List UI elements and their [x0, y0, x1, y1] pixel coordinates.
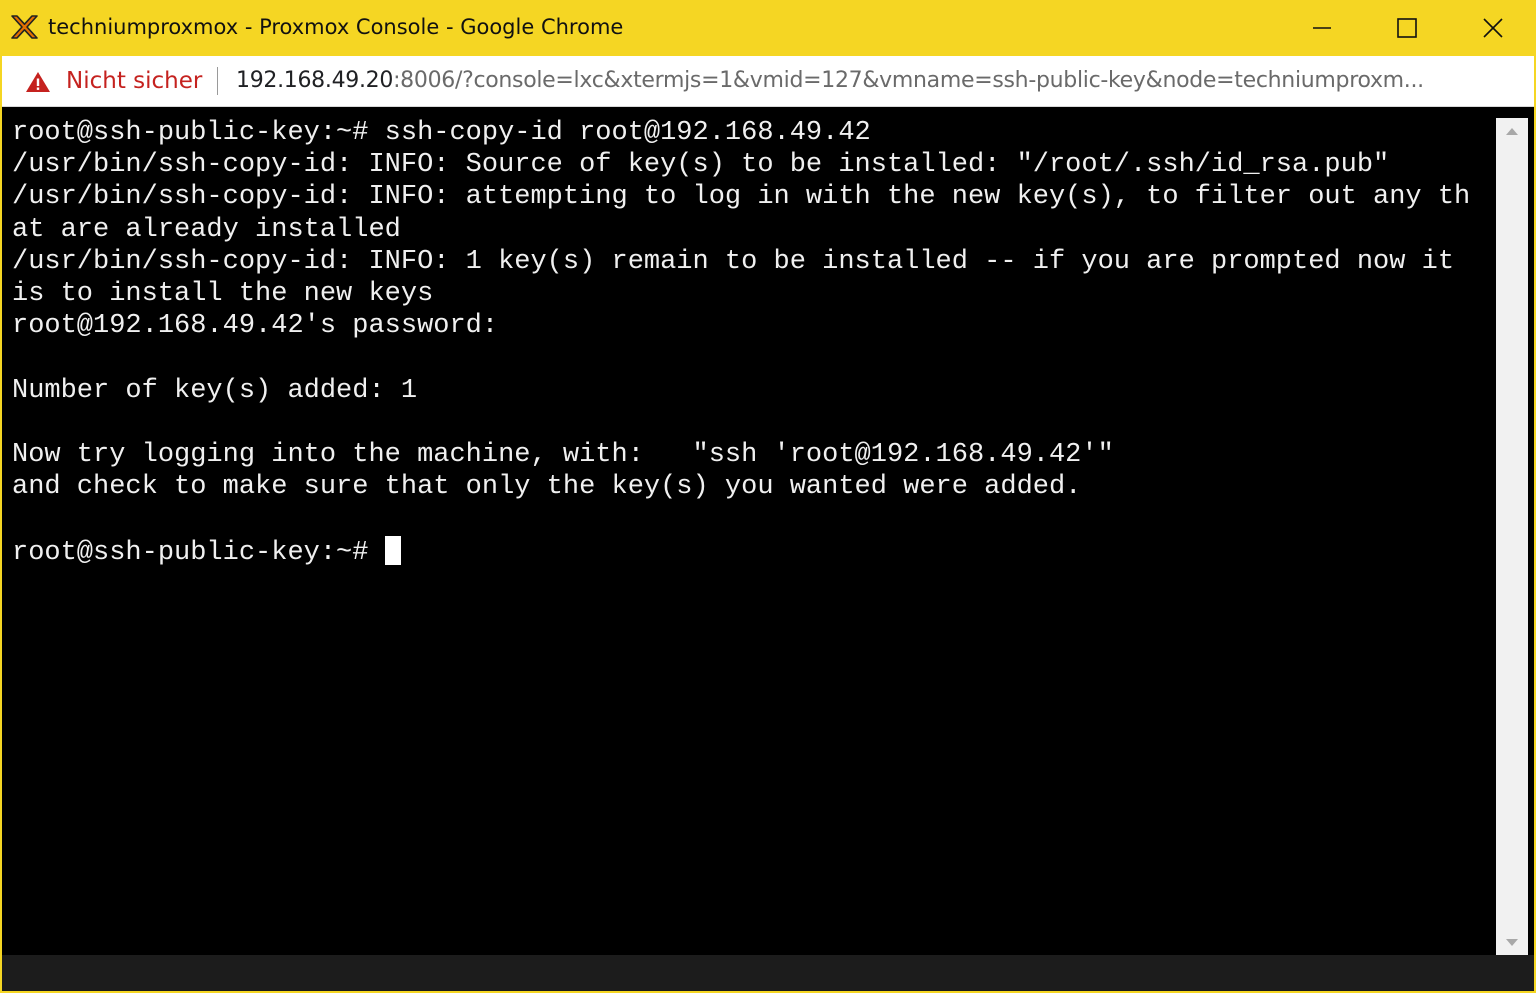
security-status-label[interactable]: Nicht sicher: [66, 66, 202, 96]
terminal-line: root@192.168.49.42's password:: [12, 311, 499, 342]
terminal-line: root@ssh-public-key:~# ssh-copy-id root@…: [12, 118, 871, 148]
terminal-line: /usr/bin/ssh-copy-id: INFO: 1 key(s) rem…: [12, 246, 1455, 277]
scroll-up-arrow-icon: [1506, 128, 1518, 135]
terminal-line: is to install the new keys: [12, 279, 434, 310]
terminal-output: root@ssh-public-key:~# ssh-copy-id root@…: [12, 117, 1497, 569]
terminal-scrollbar[interactable]: [1496, 118, 1528, 956]
terminal-line: and check to make sure that only the key…: [12, 472, 1082, 503]
proxmox-logo-icon: [11, 15, 38, 39]
window-title: techniumproxmox - Proxmox Console - Goog…: [48, 15, 624, 39]
terminal-line: Now try logging into the machine, with: …: [12, 440, 1114, 471]
address-separator: [217, 67, 218, 95]
terminal-cursor: [384, 535, 401, 565]
terminal-line: /usr/bin/ssh-copy-id: INFO: Source of ke…: [12, 150, 1390, 181]
terminal-line: at are already installed: [12, 214, 401, 245]
terminal-prompt: root@ssh-public-key:~#: [12, 537, 385, 568]
close-icon: [1483, 18, 1503, 38]
terminal-bottom-strip: [2, 955, 1534, 991]
terminal-line: Number of key(s) added: 1: [12, 375, 418, 406]
terminal-line: /usr/bin/ssh-copy-id: INFO: attempting t…: [12, 182, 1471, 213]
url-host: 192.168.49.20: [236, 68, 394, 93]
address-bar[interactable]: Nicht sicher 192.168.49.20:8006/?console…: [2, 56, 1534, 107]
scroll-up-button[interactable]: [1496, 118, 1528, 144]
title-bar[interactable]: techniumproxmox - Proxmox Console - Goog…: [0, 0, 1536, 56]
maximize-button[interactable]: [1364, 0, 1450, 56]
warning-triangle-icon[interactable]: [25, 70, 51, 94]
scroll-down-button[interactable]: [1496, 930, 1528, 956]
close-button[interactable]: [1450, 0, 1536, 56]
scroll-down-arrow-icon: [1506, 939, 1518, 946]
terminal-console[interactable]: root@ssh-public-key:~# ssh-copy-id root@…: [2, 107, 1534, 991]
url-path: :8006/?console=lxc&xtermjs=1&vmid=127&vm…: [393, 68, 1424, 93]
browser-window: techniumproxmox - Proxmox Console - Goog…: [0, 0, 1536, 993]
minimize-button[interactable]: [1279, 0, 1365, 56]
minimize-icon: [1313, 27, 1331, 29]
url-field[interactable]: 192.168.49.20:8006/?console=lxc&xtermjs=…: [236, 66, 1516, 96]
maximize-icon: [1397, 18, 1417, 38]
